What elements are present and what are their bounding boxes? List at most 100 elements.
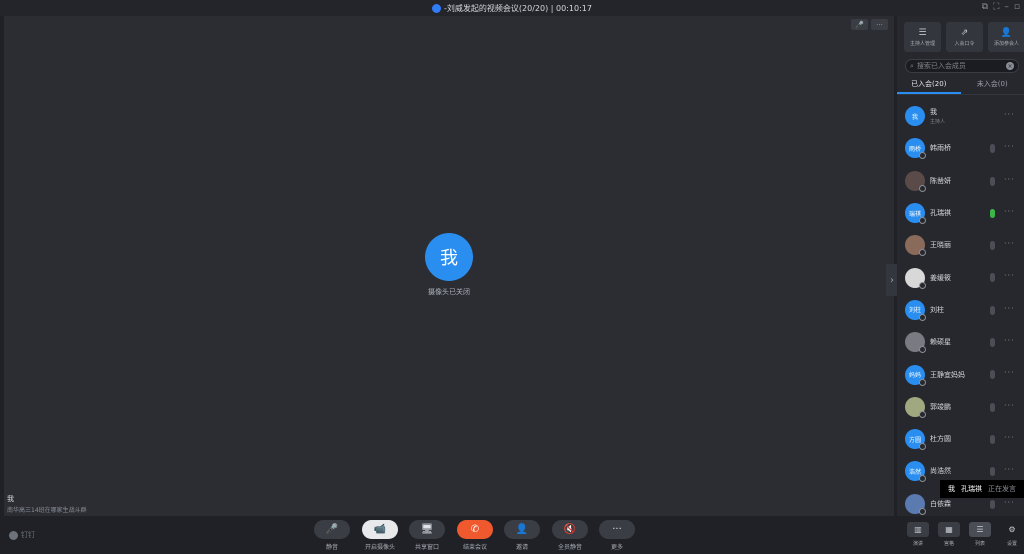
search-placeholder: 搜索已入会成员	[916, 62, 966, 70]
add-participant-button[interactable]: 👤 添加参会人	[988, 22, 1024, 52]
member-more-icon[interactable]: ···	[1004, 207, 1015, 216]
member-more-icon[interactable]: ···	[1004, 271, 1015, 280]
member-mic-icon[interactable]	[990, 338, 995, 348]
member-more-icon[interactable]: ···	[1004, 368, 1015, 377]
member-name-block: 刘柱	[930, 305, 944, 315]
member-more-icon[interactable]: ···	[1004, 142, 1015, 151]
member-more-icon[interactable]: ···	[1004, 175, 1015, 184]
device-badge-icon	[919, 410, 926, 418]
member-role: 主持人	[930, 119, 946, 126]
member-row[interactable]: 王晓丽 ···	[897, 229, 1024, 261]
host-management-button[interactable]: ☰ 主持人管理	[904, 22, 941, 52]
member-mic-icon[interactable]	[990, 176, 995, 186]
member-more-icon[interactable]: ···	[1004, 433, 1015, 442]
mute-button[interactable]: 🎤 静音	[310, 520, 354, 551]
share-icon: ⇗	[960, 27, 969, 38]
member-more-icon[interactable]: ···	[1004, 239, 1015, 248]
speaker-view-label: 演讲	[912, 541, 923, 547]
toast-speaker: 孔瑞祺	[961, 485, 982, 493]
member-more-icon[interactable]: ···	[1004, 336, 1015, 345]
member-more-icon[interactable]: ···	[1004, 110, 1015, 119]
member-name: 刘柱	[930, 305, 944, 314]
fullscreen-icon[interactable]: ⛶	[993, 2, 999, 12]
member-name-block: 王静宜妈妈	[930, 370, 965, 380]
member-mic-icon[interactable]	[990, 370, 995, 380]
member-avatar	[905, 493, 926, 515]
start-camera-button[interactable]: 📹 开启摄像头	[358, 520, 402, 551]
meeting-passcode-button[interactable]: ⇗ 入会口令	[946, 22, 983, 52]
member-name: 孔瑞祺	[930, 209, 951, 218]
member-name-block: 孔瑞祺	[930, 208, 951, 218]
member-row[interactable]: 陈凿妍 ···	[897, 165, 1024, 197]
list-view-label: 列表	[974, 541, 985, 547]
video-tools: 🎤 ···	[851, 19, 888, 30]
member-mic-icon[interactable]	[990, 402, 995, 412]
member-avatar: 妈妈	[905, 364, 926, 386]
toast-prefix: 我	[948, 485, 955, 493]
member-row[interactable]: 我我主持人 ···	[897, 100, 1024, 132]
clear-icon[interactable]: ×	[1006, 62, 1014, 70]
grid-view-label: 宫格	[943, 541, 954, 547]
tab-joined[interactable]: 已入会(20)	[897, 78, 961, 94]
member-row[interactable]: 郭竣鹏 ···	[897, 391, 1024, 423]
member-more-icon[interactable]: ···	[1004, 465, 1015, 474]
title-bar: -刘威发起的视频会议(20/20) | 00:10:17 ⧉ ⛶ – ▫	[0, 0, 1024, 16]
member-avatar: 我	[905, 106, 925, 127]
minimize-icon[interactable]: –	[1004, 2, 1009, 12]
member-mic-icon[interactable]	[990, 273, 995, 283]
member-mic-icon[interactable]	[990, 499, 995, 509]
member-name: 白依霖	[930, 499, 951, 508]
member-mic-icon[interactable]	[990, 434, 995, 444]
hangup-icon: ✆	[457, 520, 493, 539]
member-mic-icon[interactable]	[990, 305, 995, 315]
member-name-block: 陈凿妍	[930, 176, 951, 186]
member-row[interactable]: 刘柱 刘柱 ···	[897, 294, 1024, 326]
member-mic-icon[interactable]	[990, 144, 995, 154]
meeting-icon	[432, 3, 442, 13]
member-row[interactable]: 瑞祺 孔瑞祺 ···	[897, 197, 1024, 229]
host-management-label: 主持人管理	[909, 40, 935, 47]
member-more-icon[interactable]: ···	[1004, 304, 1015, 313]
list-view-button[interactable]: ☰ 列表	[968, 522, 992, 547]
more-button[interactable]: ··· 更多	[595, 520, 639, 551]
mute-all-label: 全员静音	[557, 544, 582, 551]
mic-indicator-icon[interactable]: 🎤	[851, 19, 868, 30]
speaker-view-icon: ▥	[907, 522, 929, 537]
member-search-input[interactable]: ⌕ 搜索已入会成员 ×	[905, 59, 1019, 73]
member-row[interactable]: 姜缓筱 ···	[897, 261, 1024, 293]
share-window-label: 共享窗口	[414, 544, 439, 551]
member-name: 尚浩然	[930, 467, 951, 476]
invite-button[interactable]: 👤 邀请	[500, 520, 544, 551]
pip-icon[interactable]: ⧉	[982, 2, 988, 12]
member-name-block: 韩雨桥	[930, 143, 951, 153]
grid-view-icon: ▦	[938, 522, 960, 537]
member-mic-icon[interactable]	[990, 241, 995, 251]
member-row[interactable]: 雨桥 韩雨桥 ···	[897, 132, 1024, 164]
member-more-icon[interactable]: ···	[1004, 401, 1015, 410]
member-name-block: 郭竣鹏	[930, 402, 951, 412]
member-name-block: 白依霖	[930, 499, 951, 509]
meeting-toolbar: 钉钉 🎤 静音 📹 开启摄像头 🖥 共享窗口 ✆ 结束会议 👤 邀请 🔇 全员静…	[0, 516, 894, 554]
share-window-button[interactable]: 🖥 共享窗口	[405, 520, 449, 551]
member-mic-icon[interactable]	[990, 208, 995, 218]
restore-icon[interactable]: ▫	[1014, 2, 1020, 12]
dingtalk-logo-icon	[9, 530, 18, 540]
divider	[897, 94, 1024, 95]
member-row[interactable]: 赖硕星 ···	[897, 326, 1024, 358]
speaker-view-button[interactable]: ▥ 演讲	[906, 522, 930, 547]
mute-all-button[interactable]: 🔇 全员静音	[548, 520, 592, 551]
participants-panel: ☰ 主持人管理 ⇗ 入会口令 👤 添加参会人 ⌕ 搜索已入会成员 × 已入会(2…	[897, 16, 1024, 516]
device-badge-icon	[919, 346, 926, 354]
more-options-icon[interactable]: ···	[871, 19, 888, 30]
camera-icon: 📹	[362, 520, 398, 539]
member-more-icon[interactable]: ···	[1004, 498, 1015, 507]
grid-view-button[interactable]: ▦ 宫格	[937, 522, 961, 547]
member-row[interactable]: 妈妈 王静宜妈妈 ···	[897, 358, 1024, 390]
end-meeting-button[interactable]: ✆ 结束会议	[453, 520, 497, 551]
device-badge-icon	[919, 378, 926, 386]
member-avatar	[905, 267, 926, 289]
member-row[interactable]: 方圆 杜方圆 ···	[897, 423, 1024, 455]
settings-button[interactable]: ⚙ 设置	[1000, 522, 1024, 547]
tab-not-joined[interactable]: 未入会(0)	[961, 78, 1024, 94]
member-mic-icon[interactable]	[990, 467, 995, 477]
